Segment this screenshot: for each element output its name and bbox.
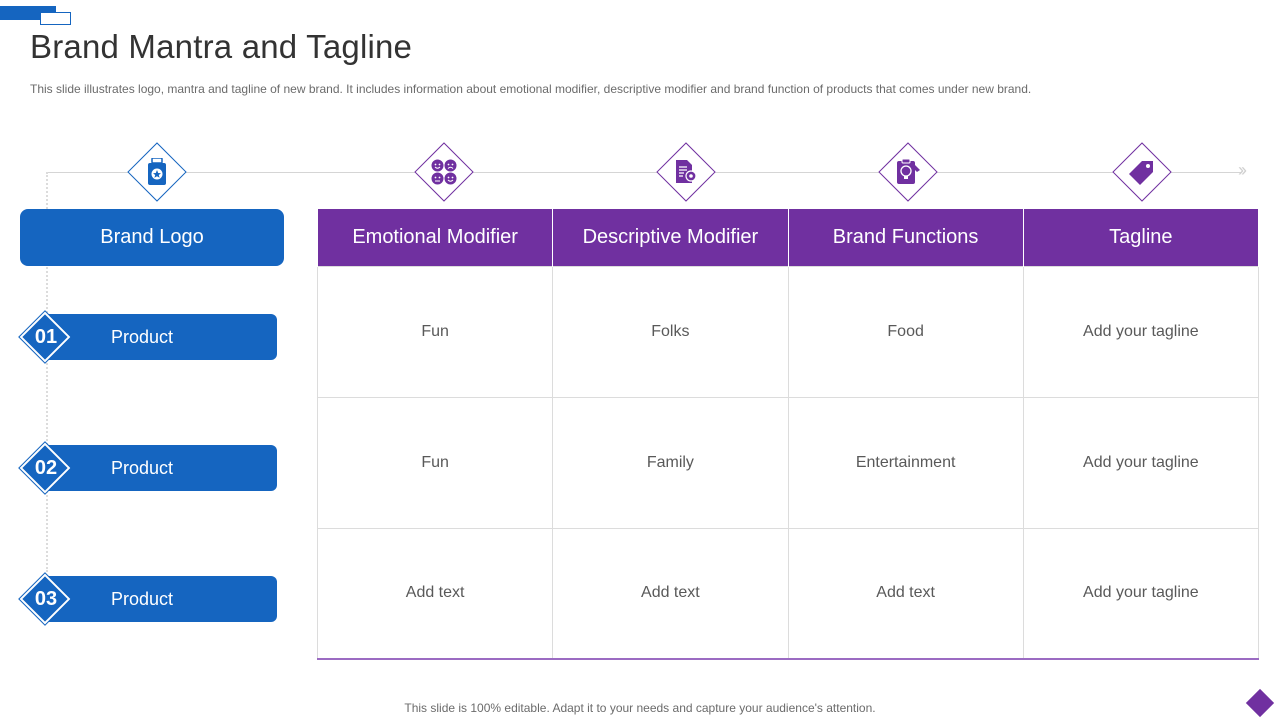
table-cell: Add your tagline: [1022, 527, 1260, 660]
product-number: 03: [34, 587, 58, 610]
table-cell: Add text: [316, 527, 554, 660]
id-badge-icon: [142, 157, 172, 187]
table-cell: Food: [787, 265, 1024, 398]
page-subtitle: This slide illustrates logo, mantra and …: [30, 82, 1032, 96]
header-descriptive-modifier: Descriptive Modifier: [552, 209, 789, 266]
product-label: Product: [111, 588, 174, 609]
brand-logo-header: Brand Logo: [20, 209, 284, 266]
product-label: Product: [111, 326, 174, 347]
table-cell: Fun: [316, 396, 554, 529]
product-row-2: Product 02: [18, 441, 278, 495]
table-header-row: Emotional Modifier Descriptive Modifier …: [316, 209, 1260, 266]
brand-mantra-table: Emotional Modifier Descriptive Modifier …: [316, 209, 1260, 660]
product-bar: Product: [44, 314, 277, 360]
document-settings-icon: [671, 157, 701, 187]
product-bar: Product: [44, 445, 277, 491]
product-row-1: Product 01: [18, 310, 278, 364]
price-tag-icon: [1127, 157, 1157, 187]
table-cell: Add your tagline: [1022, 265, 1260, 398]
emotions-icon: [429, 157, 459, 187]
product-number: 02: [34, 456, 58, 479]
product-number: 01: [34, 325, 58, 348]
header-emotional-modifier: Emotional Modifier: [316, 209, 554, 266]
table-row: Add text Add text Add text Add your tagl…: [316, 527, 1260, 660]
brand-logo-label: Brand Logo: [100, 226, 204, 248]
product-bar: Product: [44, 576, 277, 622]
table-cell: Add text: [552, 527, 789, 660]
product-label: Product: [111, 457, 174, 478]
table-row: Fun Folks Food Add your tagline: [316, 265, 1260, 398]
chevron-right-icon: ››: [1238, 160, 1247, 180]
lightbulb-clipboard-icon: [893, 157, 923, 187]
table-cell: Family: [552, 396, 789, 529]
table-cell: Fun: [316, 265, 554, 398]
table-cell: Entertainment: [787, 396, 1024, 529]
header-brand-functions: Brand Functions: [787, 209, 1024, 266]
table-row: Fun Family Entertainment Add your taglin…: [316, 396, 1260, 529]
page-title: Brand Mantra and Tagline: [30, 28, 413, 65]
header-tagline: Tagline: [1022, 209, 1260, 266]
product-row-3: Product 03: [18, 572, 278, 626]
table-cell: Add text: [787, 527, 1024, 660]
table-cell: Folks: [552, 265, 789, 398]
corner-accent-box: [40, 12, 71, 25]
footer-note: This slide is 100% editable. Adapt it to…: [404, 701, 876, 715]
timeline-line: [46, 172, 1241, 173]
table-cell: Add your tagline: [1022, 396, 1260, 529]
